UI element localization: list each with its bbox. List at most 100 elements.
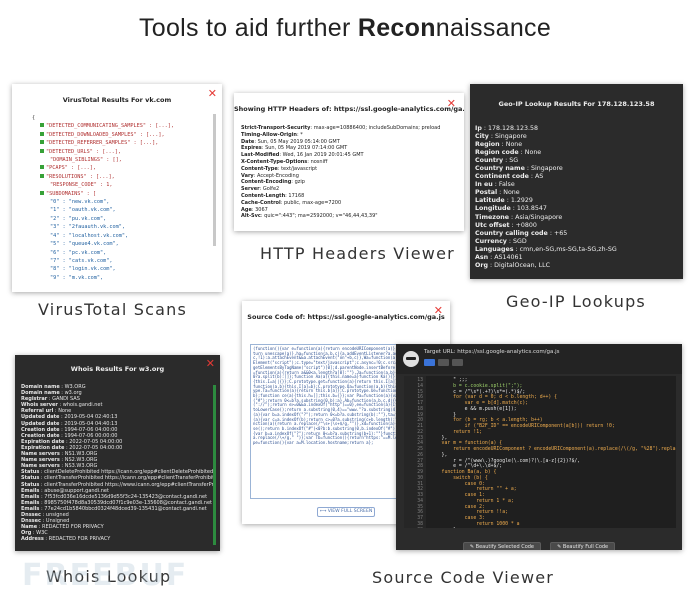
expand-toggle-icon[interactable] xyxy=(40,140,44,145)
code-lines[interactable]: " ;;; b = c.cookie.split(";"); c = /^\s*… xyxy=(430,378,676,528)
caption-http: HTTP Headers Viewer xyxy=(260,244,455,263)
result-value: 7f53fcd036e16dcde5136d9d55f3c24-135423@c… xyxy=(44,493,208,500)
json-line: "DETECTED_COMMUNICATING_SAMPLES" : [...]… xyxy=(32,122,216,130)
json-line: "DETECTED_REFERRER_SAMPLES" : [...], xyxy=(32,139,216,147)
view-full-screen-button[interactable]: ⟷ VIEW FULL SCREEN xyxy=(317,507,375,517)
close-icon[interactable]: ✕ xyxy=(206,358,215,369)
result-key: Country xyxy=(475,157,504,165)
result-key: Expiration date xyxy=(21,444,65,451)
result-key: Longitude xyxy=(475,205,511,213)
expand-toggle-icon[interactable] xyxy=(40,131,44,136)
json-line: "4" : "localhost.vk.com", xyxy=(32,232,216,240)
expand-toggle-icon[interactable] xyxy=(40,190,44,195)
json-text: "DETECTED_REFERRER_SAMPLES" : [...], xyxy=(46,140,159,147)
result-row: Vary: Accept-Encoding xyxy=(241,173,459,180)
headline-bold: Recon xyxy=(357,14,436,42)
json-text: "DOMAIN_SIBLINGS" : [], xyxy=(50,157,122,164)
result-key: Emails xyxy=(21,487,40,494)
result-key: Domain name xyxy=(21,390,60,397)
json-line: "2" : "pu.vk.com", xyxy=(32,215,216,223)
result-key: Latitude xyxy=(475,197,505,205)
result-value: 1.2929 xyxy=(510,197,533,205)
json-line: "3" : "2fauauth.vk.com", xyxy=(32,223,216,231)
result-row: Expires: Sun, 05 May 2019 07:14:00 GMT xyxy=(241,145,459,152)
result-value: 77e24cd1b5840bbcd0324f48dced39-135431@co… xyxy=(44,505,207,512)
result-key: Utc offset xyxy=(475,221,510,229)
scrollbar[interactable] xyxy=(213,385,216,545)
result-row: Age: 3067 xyxy=(241,207,459,214)
result-row: Utc offset : +0800 xyxy=(475,222,680,230)
result-key: Name servers xyxy=(21,451,60,458)
result-value: None xyxy=(505,141,523,149)
result-key: Expiration date xyxy=(21,438,65,445)
toggle-tab[interactable] xyxy=(452,359,463,366)
result-row: Cache-Control: public, max-age=7200 xyxy=(241,200,459,207)
result-value: Singapore xyxy=(495,133,527,141)
result-value: +65 xyxy=(553,229,568,237)
beautify-full-button[interactable]: ✎ Beautify Full Code xyxy=(550,542,616,550)
result-value: NS1.W3.ORG xyxy=(64,451,98,458)
result-value: AS xyxy=(535,173,544,181)
result-key: Updated date xyxy=(21,414,60,421)
json-line: "DETECTED_URLS" : [...], xyxy=(32,148,216,156)
result-value: max-age=10886400; includeSubDomains; pre… xyxy=(313,125,441,131)
code-line: return encodeURIComponent ? encodeURICom… xyxy=(453,447,676,452)
result-key: Domain name xyxy=(21,384,60,390)
result-key: Date xyxy=(241,138,255,145)
result-key: Region xyxy=(475,141,500,149)
expand-toggle-icon[interactable] xyxy=(40,123,44,128)
result-value: 17168 xyxy=(288,192,305,199)
json-line: "RESOLUTIONS" : [...], xyxy=(32,173,216,181)
scrollbar[interactable] xyxy=(213,114,216,246)
result-row: Strict-Transport-Security: max-age=10886… xyxy=(241,125,459,132)
toggle-tab[interactable] xyxy=(424,359,435,366)
result-value: DigitalOcean, LLC xyxy=(494,261,551,269)
result-row: Country calling code : +65 xyxy=(475,230,680,238)
json-text: "SUBDOMAINS" : [ xyxy=(46,190,96,197)
close-icon[interactable]: ✕ xyxy=(208,88,217,99)
geoip-result-list: Ip : 178.128.123.58 City : Singapore Regio… xyxy=(475,125,680,270)
result-key: Emails xyxy=(21,493,40,500)
json-line: "SUBDOMAINS" : [ xyxy=(32,190,216,198)
result-row: Longitude : 103.8547 xyxy=(475,205,680,213)
result-key: Strict-Transport-Security xyxy=(241,125,311,131)
json-line: "0" : "new.vk.com", xyxy=(32,198,216,206)
whois-result-list: Domain name : W3.ORG Domain name : w3.org… xyxy=(21,384,213,542)
geoip-title: Geo-IP Lookup Results For 178.128.123.58 xyxy=(498,100,655,108)
result-value: None xyxy=(503,189,520,197)
result-key: In eu xyxy=(475,181,493,189)
result-key: Timing-Allow-Origin xyxy=(241,131,297,138)
json-text: "9" : "m.vk.com", xyxy=(50,274,104,281)
expand-toggle-icon[interactable] xyxy=(40,165,44,170)
close-icon[interactable]: ✕ xyxy=(434,305,443,316)
result-key: Continent code xyxy=(475,173,529,181)
json-line: "7" : "cats.vk.com", xyxy=(32,257,216,265)
result-value: clientTransferProhibited https://icann.o… xyxy=(44,475,213,482)
result-key: Region code xyxy=(475,149,519,157)
expand-toggle-icon[interactable] xyxy=(40,148,44,153)
result-key: Status xyxy=(21,469,40,476)
view-toggle xyxy=(424,359,463,366)
caption-virustotal: VirusTotal Scans xyxy=(38,300,187,319)
result-value: 178.128.123.58 xyxy=(487,125,539,132)
toggle-tab[interactable] xyxy=(438,359,449,366)
result-value: clientTransferProhibited https://www.ica… xyxy=(44,481,213,488)
code-editor[interactable]: 13 14 15 16 17 18 19 20 21 22 23 24 25 26 27 28 29 30 31 32… xyxy=(404,376,676,528)
result-row: Timezone : Asia/Singapore xyxy=(475,214,680,222)
beautify-selected-button[interactable]: ✎ Beautify Selected Code xyxy=(462,542,542,550)
close-icon[interactable]: ✕ xyxy=(447,98,456,109)
result-key: Country calling code xyxy=(475,229,548,237)
expand-toggle-icon[interactable] xyxy=(40,173,44,178)
result-key: Updated date xyxy=(21,420,60,427)
result-row: City : Singapore xyxy=(475,133,680,141)
result-value: NS2.W3.ORG xyxy=(64,457,98,464)
result-row: Alt-Svc: quic=":443"; ma=2592000; v="46,… xyxy=(241,213,459,220)
json-line: "1" : "oauth.vk.com", xyxy=(32,206,216,214)
result-value: SGD xyxy=(513,237,527,245)
result-key: Ip xyxy=(475,125,482,132)
result-row: Last-Modified: Wed, 16 Jan 2019 20:01:45… xyxy=(241,152,459,159)
result-value: 2019-05-04 04:40:13 xyxy=(64,420,118,427)
json-text: "RESOLUTIONS" : [...], xyxy=(46,173,115,180)
result-key: Referral url xyxy=(21,408,54,415)
result-value: quic=":443"; ma=2592000; v="46,44,43,39" xyxy=(264,213,378,220)
